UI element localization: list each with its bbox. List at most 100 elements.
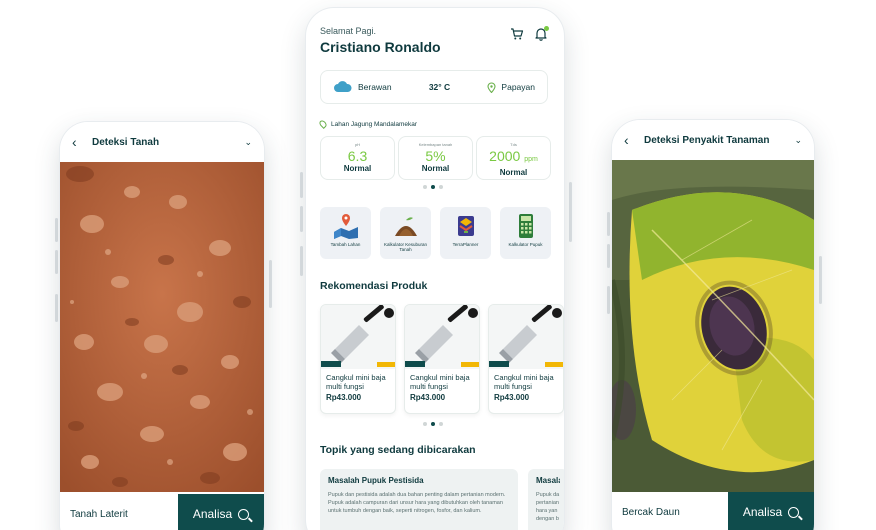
feature-soil-calculator[interactable]: Kalkulator Kesuburan Tanah bbox=[380, 207, 431, 259]
chevron-down-icon[interactable]: ⌄ bbox=[244, 137, 252, 148]
topic-card[interactable]: Masalah Pupuk da pertanian hara yan deng… bbox=[528, 469, 564, 530]
feature-label: TerraPlanner bbox=[452, 242, 479, 247]
field-selector[interactable]: Lahan Jagung Mandalamekar bbox=[318, 119, 418, 129]
user-name: Cristiano Ronaldo bbox=[320, 39, 441, 55]
page-title: Deteksi Tanah bbox=[92, 136, 160, 148]
product-carousel: Cangkul mini baja multi fungsi Rp43.000 … bbox=[320, 304, 564, 414]
metrics-pager bbox=[423, 185, 443, 189]
cloud-icon bbox=[334, 81, 352, 92]
pager-dot-active[interactable] bbox=[431, 185, 435, 189]
metric-value: 5% bbox=[425, 148, 446, 164]
feature-label: Kalkulator Kesuburan Tanah bbox=[383, 242, 428, 252]
topic-title: Masalah bbox=[536, 476, 560, 485]
product-price: Rp43.000 bbox=[410, 393, 446, 402]
brand-badge bbox=[384, 308, 394, 318]
volume-button bbox=[607, 244, 610, 268]
search-icon bbox=[238, 508, 250, 520]
power-button bbox=[269, 260, 272, 308]
map-pin-icon bbox=[333, 214, 358, 239]
feature-add-field[interactable]: Tambah Lahan bbox=[320, 207, 371, 259]
product-image bbox=[489, 305, 563, 369]
result-label: Tanah Laterit bbox=[60, 494, 178, 530]
pager-dot-active[interactable] bbox=[431, 422, 435, 426]
volume-button bbox=[300, 172, 303, 198]
location-pin-icon bbox=[487, 81, 496, 93]
pager-dot[interactable] bbox=[423, 422, 427, 426]
topic-body: Pupuk dan pestisida adalah dua bahan pen… bbox=[328, 492, 506, 514]
feature-fertilizer-calculator[interactable]: Kalkulator Pupuk bbox=[500, 207, 551, 259]
notification-dot bbox=[544, 26, 549, 31]
metric-card[interactable]: pH 6.3 Normal bbox=[320, 136, 395, 180]
feature-terraplanner[interactable]: TerraPlanner bbox=[440, 207, 491, 259]
cart-icon[interactable] bbox=[510, 27, 524, 41]
brand-label bbox=[405, 361, 425, 367]
greeting: Selamat Pagi. bbox=[320, 26, 377, 36]
result-bar: Bercak Daun Analisa bbox=[612, 492, 814, 530]
pager-dot[interactable] bbox=[423, 185, 427, 189]
field-name: Lahan Jagung Mandalamekar bbox=[331, 120, 418, 128]
weather-condition-label: Berawan bbox=[358, 82, 392, 92]
temperature: 32° C bbox=[428, 82, 451, 92]
pager-dot[interactable] bbox=[439, 422, 443, 426]
soil-detection-phone: ‹ Deteksi Tanah ⌄ Tanah Laterit Analisa bbox=[60, 122, 264, 530]
metric-card[interactable]: Kelembapan tanah 5% Normal bbox=[398, 136, 473, 180]
soil-icon bbox=[394, 217, 417, 236]
soil-metrics: pH 6.3 Normal Kelembapan tanah 5% Normal… bbox=[320, 136, 551, 180]
showcase: ‹ Deteksi Tanah ⌄ Tanah Laterit Analisa … bbox=[0, 0, 876, 530]
metric-status: Normal bbox=[499, 168, 528, 177]
analyze-button[interactable]: Analisa bbox=[178, 494, 264, 530]
product-price: Rp43.000 bbox=[326, 393, 362, 402]
analyze-label: Analisa bbox=[742, 505, 783, 519]
product-card[interactable]: Cangkul mini baja multi fungsi Rp43.000 bbox=[404, 304, 480, 414]
product-price: Rp43.000 bbox=[494, 393, 530, 402]
detail-header: ‹ Deteksi Penyakit Tanaman ⌄ bbox=[612, 120, 814, 160]
side-button bbox=[300, 246, 303, 276]
product-name: Cangkul mini baja multi fungsi bbox=[494, 373, 554, 391]
analyze-button[interactable]: Analisa bbox=[728, 492, 814, 530]
metric-card[interactable]: Tds 2000 ppm Normal bbox=[476, 136, 551, 180]
product-card[interactable]: Cangkul mini baja multi fungsi Rp43.000 bbox=[320, 304, 396, 414]
volume-button bbox=[607, 212, 610, 236]
chevron-left-icon[interactable]: ‹ bbox=[72, 134, 82, 150]
metric-status: Normal bbox=[343, 164, 372, 173]
disease-detection-phone: ‹ Deteksi Penyakit Tanaman ⌄ Bercak Daun… bbox=[612, 120, 814, 530]
promo-badge bbox=[377, 362, 395, 367]
leaf-photo bbox=[612, 160, 814, 492]
metric-unit: ppm bbox=[524, 156, 538, 163]
power-button bbox=[569, 182, 572, 242]
metric-status: Normal bbox=[421, 164, 450, 173]
soil-photo bbox=[60, 162, 264, 492]
search-icon bbox=[788, 506, 800, 518]
product-image bbox=[405, 305, 479, 369]
topic-body: Pupuk da pertanian hara yan dengan b bbox=[536, 492, 560, 522]
planner-icon bbox=[457, 216, 474, 236]
brand-label bbox=[321, 361, 341, 367]
products-pager bbox=[423, 422, 443, 426]
location-pin-icon bbox=[318, 119, 328, 129]
analyze-label: Analisa bbox=[192, 507, 233, 521]
brand-badge bbox=[552, 308, 562, 318]
calculator-icon bbox=[518, 214, 533, 238]
volume-button bbox=[55, 250, 58, 274]
location-label: Papayan bbox=[501, 82, 535, 92]
promo-badge bbox=[461, 362, 479, 367]
chevron-down-icon[interactable]: ⌄ bbox=[794, 135, 802, 146]
chevron-left-icon[interactable]: ‹ bbox=[624, 132, 634, 148]
topic-card[interactable]: Masalah Pupuk Pestisida Pupuk dan pestis… bbox=[320, 469, 518, 530]
result-bar: Tanah Laterit Analisa bbox=[60, 494, 264, 530]
metric-value: 2000 bbox=[489, 148, 521, 164]
pager-dot[interactable] bbox=[439, 185, 443, 189]
feature-menu: Tambah Lahan Kalkulator Kesuburan Tanah … bbox=[320, 207, 551, 259]
product-name: Cangkul mini baja multi fungsi bbox=[326, 373, 386, 391]
weather-condition: Berawan bbox=[333, 81, 392, 93]
brand-badge bbox=[468, 308, 478, 318]
weather-card: Berawan 32° C Papayan bbox=[320, 70, 548, 104]
topic-title: Masalah Pupuk Pestisida bbox=[328, 476, 424, 485]
side-button bbox=[55, 294, 58, 322]
home-phone: Selamat Pagi. Cristiano Ronaldo Berawan … bbox=[306, 8, 564, 530]
power-button bbox=[819, 256, 822, 304]
topics-section-title: Topik yang sedang dibicarakan bbox=[320, 444, 476, 456]
volume-button bbox=[55, 218, 58, 242]
product-card[interactable]: Cangkul mini baja multi fungsi Rp43.000 bbox=[488, 304, 564, 414]
detail-header: ‹ Deteksi Tanah ⌄ bbox=[60, 122, 264, 162]
